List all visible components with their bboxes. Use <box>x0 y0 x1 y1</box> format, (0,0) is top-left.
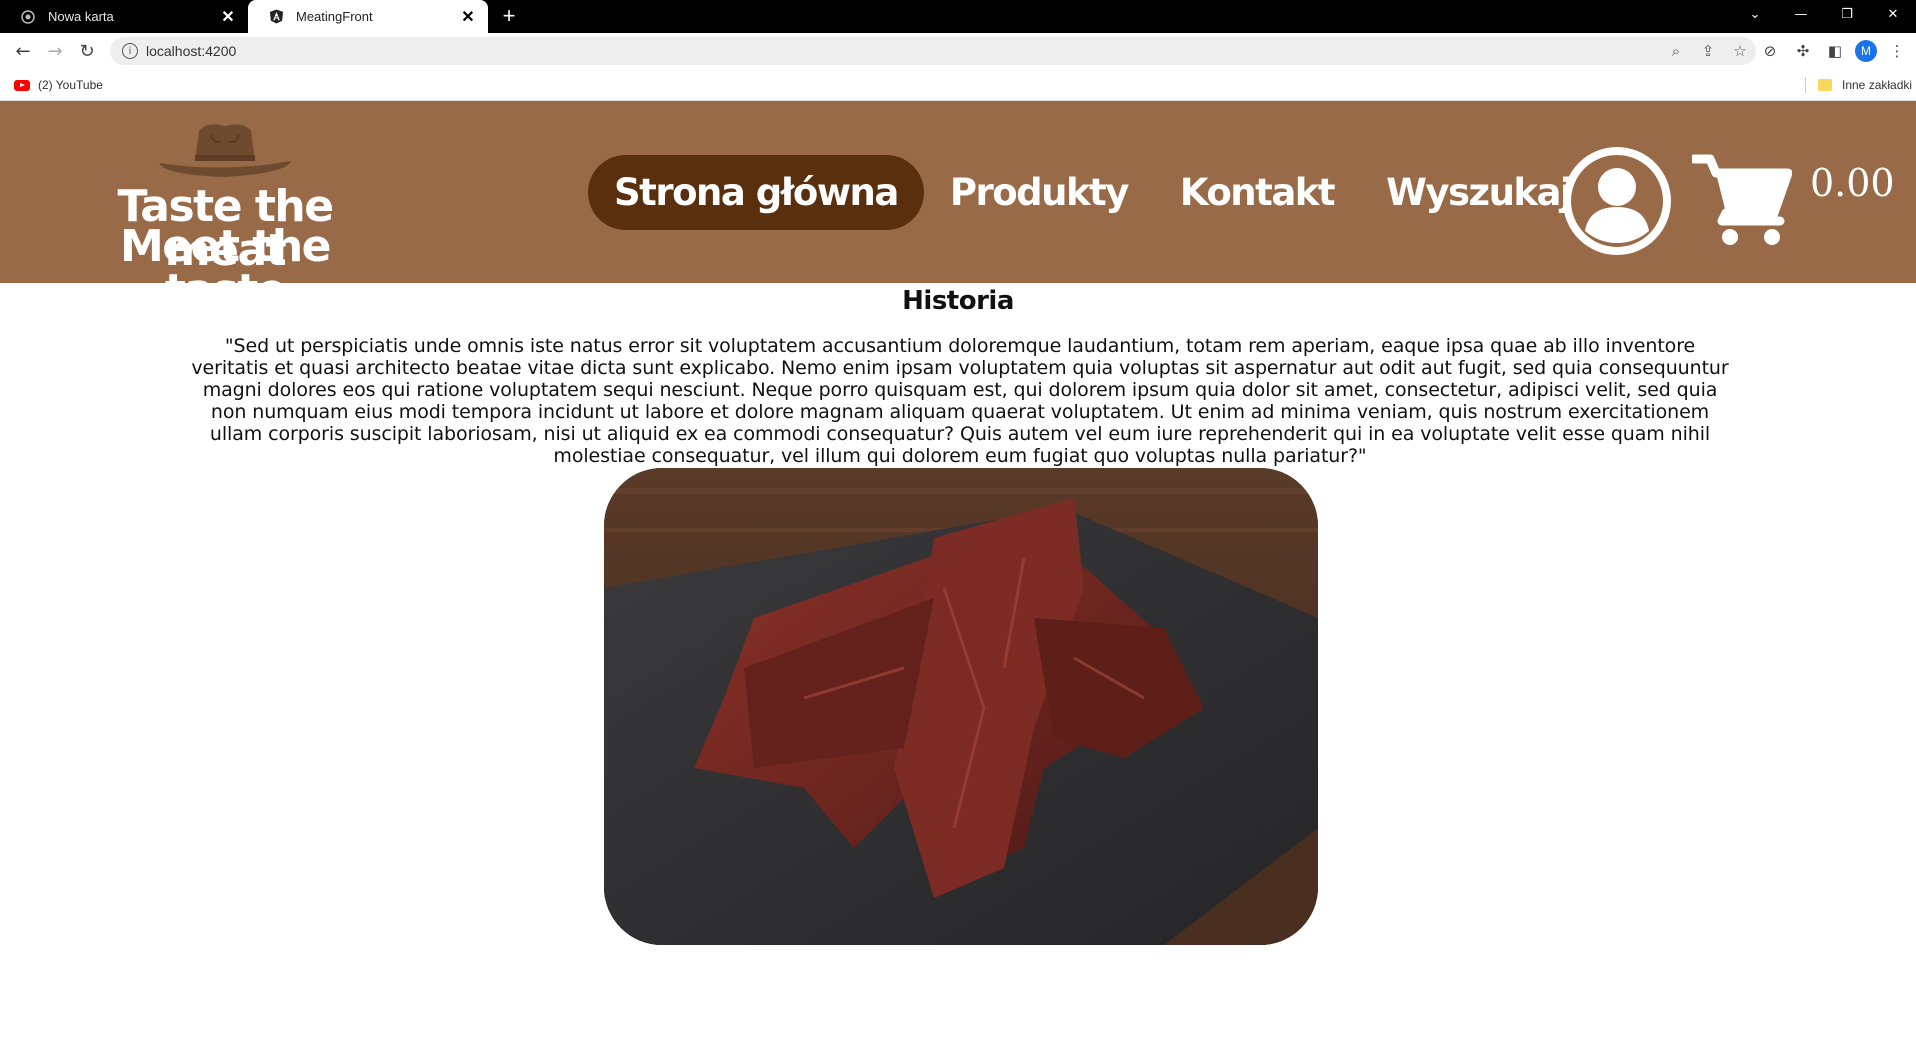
forward-icon[interactable]: → <box>42 38 68 64</box>
browser-tab-bar: Nowa karta ✕ MeatingFront ✕ + ⌄ — ❐ ✕ <box>0 0 1916 33</box>
angular-icon <box>268 9 284 25</box>
main-nav: Strona główna Produkty Kontakt Wyszukaj <box>588 155 1597 230</box>
page-viewport: Taste the meat Meet the taste Strona głó… <box>0 101 1916 1038</box>
folder-icon <box>1818 79 1832 91</box>
history-paragraph: "Sed ut perspiciatis unde omnis iste nat… <box>191 335 1729 467</box>
page-title: Historia <box>902 286 1014 316</box>
nav-produkty[interactable]: Produkty <box>924 155 1154 230</box>
restore-icon[interactable]: ❐ <box>1824 0 1870 28</box>
chrome-icon <box>20 9 36 25</box>
menu-kebab-icon[interactable]: ⋮ <box>1884 38 1910 64</box>
site-info-icon[interactable]: i <box>122 43 138 59</box>
bookmark-label: (2) YouTube <box>38 78 103 92</box>
tab-meatingfront[interactable]: MeatingFront ✕ <box>248 0 488 33</box>
cart-total: 0.00 <box>1810 161 1895 205</box>
bookmark-youtube[interactable]: (2) YouTube <box>14 75 103 95</box>
extensions-puzzle-icon[interactable]: ✣ <box>1790 38 1816 64</box>
back-icon[interactable]: ← <box>10 38 36 64</box>
tab-search-icon[interactable]: ⌄ <box>1732 0 1778 28</box>
nav-kontakt[interactable]: Kontakt <box>1154 155 1360 230</box>
address-url[interactable]: localhost:4200 <box>146 43 1660 59</box>
bookmark-separator <box>1805 77 1806 93</box>
close-tab-icon[interactable]: ✕ <box>458 7 478 27</box>
tab-nowa-karta[interactable]: Nowa karta ✕ <box>0 0 248 33</box>
profile-avatar[interactable]: M <box>1855 40 1877 62</box>
tab-title: Nowa karta <box>48 9 114 24</box>
tab-title: MeatingFront <box>296 9 373 24</box>
bookmarks-bar: (2) YouTube Inne zakładki <box>0 69 1916 101</box>
new-tab-button[interactable]: + <box>496 5 522 29</box>
other-bookmarks-label: Inne zakładki <box>1842 78 1913 92</box>
close-tab-icon[interactable]: ✕ <box>218 7 238 27</box>
zoom-icon[interactable]: ⌕ <box>1660 37 1692 65</box>
minimize-icon[interactable]: — <box>1778 0 1824 28</box>
extension-icon[interactable]: ⊘ <box>1757 38 1783 64</box>
cowboy-hat-icon <box>159 124 291 177</box>
other-bookmarks-folder[interactable]: Inne zakładki <box>1818 75 1912 95</box>
youtube-icon <box>14 79 30 91</box>
browser-toolbar: ← → ↻ i localhost:4200 ⌕ ⇪ ☆ ⊘ ✣ ◧ M ⋮ <box>0 33 1916 69</box>
share-icon[interactable]: ⇪ <box>1692 37 1724 65</box>
site-logo[interactable]: Taste the meat Meet the taste <box>60 119 390 313</box>
close-window-icon[interactable]: ✕ <box>1870 0 1916 28</box>
side-panel-icon[interactable]: ◧ <box>1822 38 1848 64</box>
site-header: Taste the meat Meet the taste Strona głó… <box>0 101 1916 313</box>
shopping-cart-icon[interactable] <box>1692 151 1792 251</box>
nav-strona-glowna[interactable]: Strona główna <box>588 155 924 230</box>
bookmark-star-icon[interactable]: ☆ <box>1724 37 1756 65</box>
window-controls: ⌄ — ❐ ✕ <box>1732 0 1916 28</box>
beef-jerky-photo <box>604 468 1318 945</box>
user-circle-icon[interactable] <box>1561 145 1673 257</box>
reload-icon[interactable]: ↻ <box>74 38 100 64</box>
address-bar[interactable]: i localhost:4200 ⌕ ⇪ ☆ <box>110 37 1756 65</box>
